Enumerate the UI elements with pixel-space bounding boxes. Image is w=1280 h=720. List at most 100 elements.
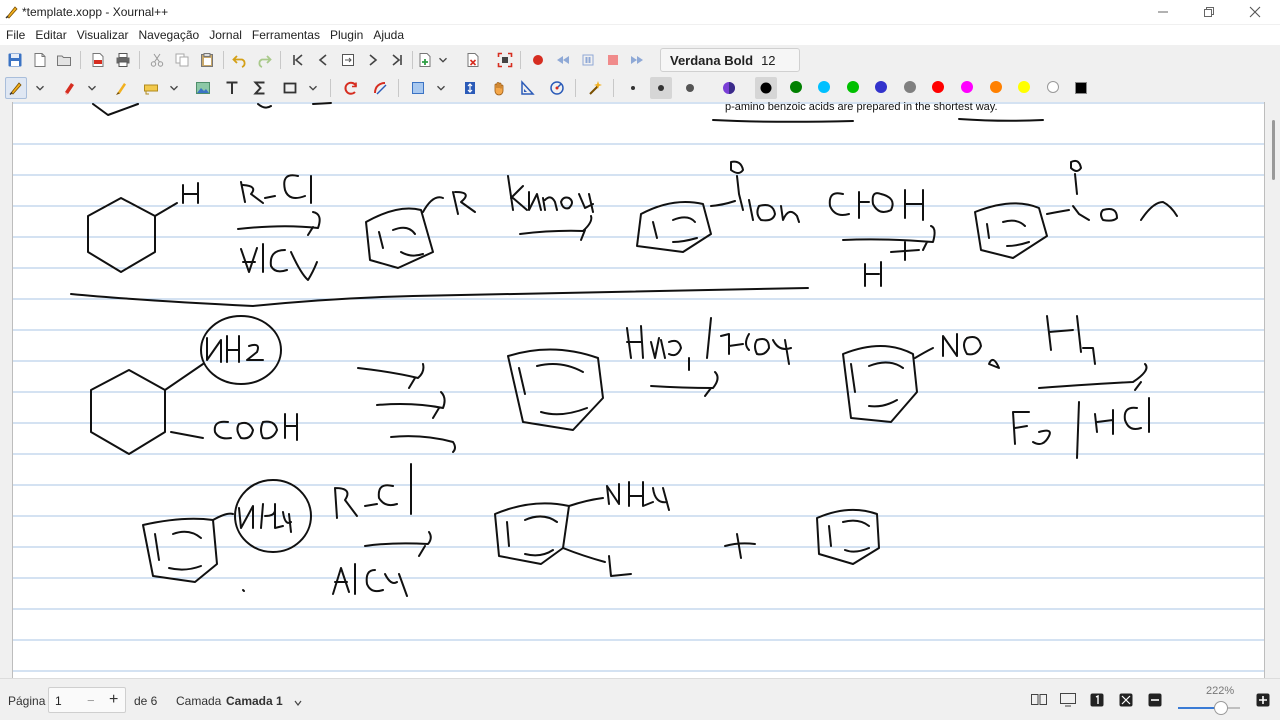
pen-tool-button[interactable] — [5, 77, 27, 99]
size-thick-button[interactable] — [679, 77, 701, 99]
next-page-button[interactable] — [362, 49, 384, 71]
restore-button[interactable] — [1186, 0, 1232, 24]
eraser-tool-button[interactable] — [58, 77, 80, 99]
color-white-swatch[interactable] — [1047, 81, 1059, 93]
zoom-100-button[interactable] — [1088, 692, 1106, 708]
zoom-fit-button[interactable] — [1117, 692, 1135, 708]
text-highlight-dropdown[interactable] — [167, 77, 181, 99]
insert-page-button[interactable] — [414, 49, 436, 71]
menu-plugin[interactable]: Plugin — [325, 28, 368, 42]
menu-navigation[interactable]: Navegação — [134, 28, 205, 42]
image-tool-button[interactable] — [192, 77, 214, 99]
pen-dropdown[interactable] — [33, 77, 47, 99]
menu-help[interactable]: Ajuda — [368, 28, 409, 42]
ruler-icon — [374, 82, 387, 95]
color-orange-swatch[interactable] — [990, 81, 1002, 93]
cut-button[interactable] — [146, 49, 168, 71]
two-pages-button[interactable] — [1030, 692, 1048, 708]
undo-button[interactable] — [229, 49, 251, 71]
color-light-blue-swatch[interactable] — [818, 81, 830, 93]
note-page[interactable]: p-amino benzoic acids are prepared in th… — [12, 102, 1265, 678]
fill-toggle-button[interactable] — [718, 77, 740, 99]
size-medium-button[interactable] — [650, 77, 672, 99]
chevron-down-icon — [170, 85, 178, 91]
zoom-out-button[interactable] — [1146, 692, 1164, 708]
record-icon — [533, 55, 543, 65]
menu-journal[interactable]: Jornal — [204, 28, 247, 42]
default-tool-button[interactable] — [584, 77, 606, 99]
size-fine-button[interactable] — [622, 77, 644, 99]
export-pdf-button[interactable] — [87, 49, 109, 71]
fill-icon — [723, 82, 735, 94]
compass-tool-button[interactable] — [546, 77, 568, 99]
rewind-button[interactable] — [552, 49, 574, 71]
zoom-slider-handle[interactable] — [1214, 701, 1228, 715]
scrollbar-thumb[interactable] — [1272, 120, 1275, 180]
color-red-swatch[interactable] — [932, 81, 944, 93]
fast-forward-button[interactable] — [626, 49, 648, 71]
page-number-input[interactable]: 1 — [55, 694, 62, 708]
separator — [575, 79, 576, 97]
paste-button[interactable] — [196, 49, 218, 71]
text-highlight-tool-button[interactable] — [140, 77, 162, 99]
fullscreen-button[interactable] — [494, 49, 516, 71]
delete-page-button[interactable] — [462, 49, 484, 71]
vertical-scrollbar[interactable] — [1267, 102, 1280, 678]
presentation-mode-button[interactable] — [1059, 692, 1077, 708]
separator — [520, 51, 521, 69]
canvas-area[interactable]: p-amino benzoic acids are prepared in th… — [0, 102, 1280, 678]
color-square-icon — [1075, 82, 1087, 94]
stop-button[interactable] — [602, 49, 624, 71]
setsquare-tool-button[interactable] — [516, 77, 538, 99]
goto-page-button[interactable] — [337, 49, 359, 71]
layer-dropdown[interactable] — [294, 696, 302, 710]
zoom-in-button[interactable] — [1254, 692, 1272, 708]
shape-recognizer-button[interactable] — [340, 77, 362, 99]
goto-page-icon — [342, 54, 354, 66]
color-light-green-swatch[interactable] — [847, 81, 859, 93]
menu-tools[interactable]: Ferramentas — [247, 28, 325, 42]
close-window-button[interactable] — [1232, 0, 1278, 24]
custom-color-button[interactable] — [1070, 77, 1092, 99]
eraser-dropdown[interactable] — [85, 77, 99, 99]
hand-tool-button[interactable] — [488, 77, 510, 99]
menu-file[interactable]: File — [0, 28, 30, 42]
page-spinbox[interactable]: 1 − + — [48, 687, 126, 713]
color-magenta-swatch[interactable] — [961, 81, 973, 93]
latex-tool-button[interactable] — [249, 77, 271, 99]
minimize-button[interactable] — [1140, 0, 1186, 24]
previous-page-button[interactable] — [312, 49, 334, 71]
color-black-selected[interactable] — [755, 77, 777, 99]
open-button[interactable] — [53, 49, 75, 71]
select-rect-button[interactable] — [407, 77, 429, 99]
color-yellow-swatch[interactable] — [1018, 81, 1030, 93]
font-size: 12 — [761, 52, 776, 68]
pause-button[interactable] — [577, 49, 599, 71]
ruler-tool-button[interactable] — [369, 77, 391, 99]
color-blue-swatch[interactable] — [875, 81, 887, 93]
font-selector-button[interactable]: Verdana Bold 12 — [660, 48, 800, 72]
insert-page-dropdown[interactable] — [436, 49, 450, 71]
select-dropdown[interactable] — [434, 77, 448, 99]
page-decrement-button[interactable]: − — [87, 693, 95, 708]
new-document-button[interactable] — [29, 49, 51, 71]
save-button[interactable] — [4, 49, 26, 71]
color-green-swatch[interactable] — [790, 81, 802, 93]
last-page-button[interactable] — [386, 49, 408, 71]
layer-name[interactable]: Camada 1 — [226, 694, 283, 708]
menu-edit[interactable]: Editar — [30, 28, 71, 42]
highlighter-tool-button[interactable] — [110, 77, 132, 99]
redo-button[interactable] — [253, 49, 275, 71]
color-gray-swatch[interactable] — [904, 81, 916, 93]
copy-button[interactable] — [171, 49, 193, 71]
vertical-space-button[interactable] — [459, 77, 481, 99]
record-button[interactable] — [527, 49, 549, 71]
page-increment-button[interactable]: + — [109, 691, 118, 709]
menu-view[interactable]: Visualizar — [72, 28, 134, 42]
shape-tool-button[interactable] — [279, 77, 301, 99]
ink-strokes — [70, 102, 1178, 597]
first-page-button[interactable] — [287, 49, 309, 71]
print-button[interactable] — [112, 49, 134, 71]
text-tool-button[interactable] — [221, 77, 243, 99]
shape-dropdown[interactable] — [306, 77, 320, 99]
